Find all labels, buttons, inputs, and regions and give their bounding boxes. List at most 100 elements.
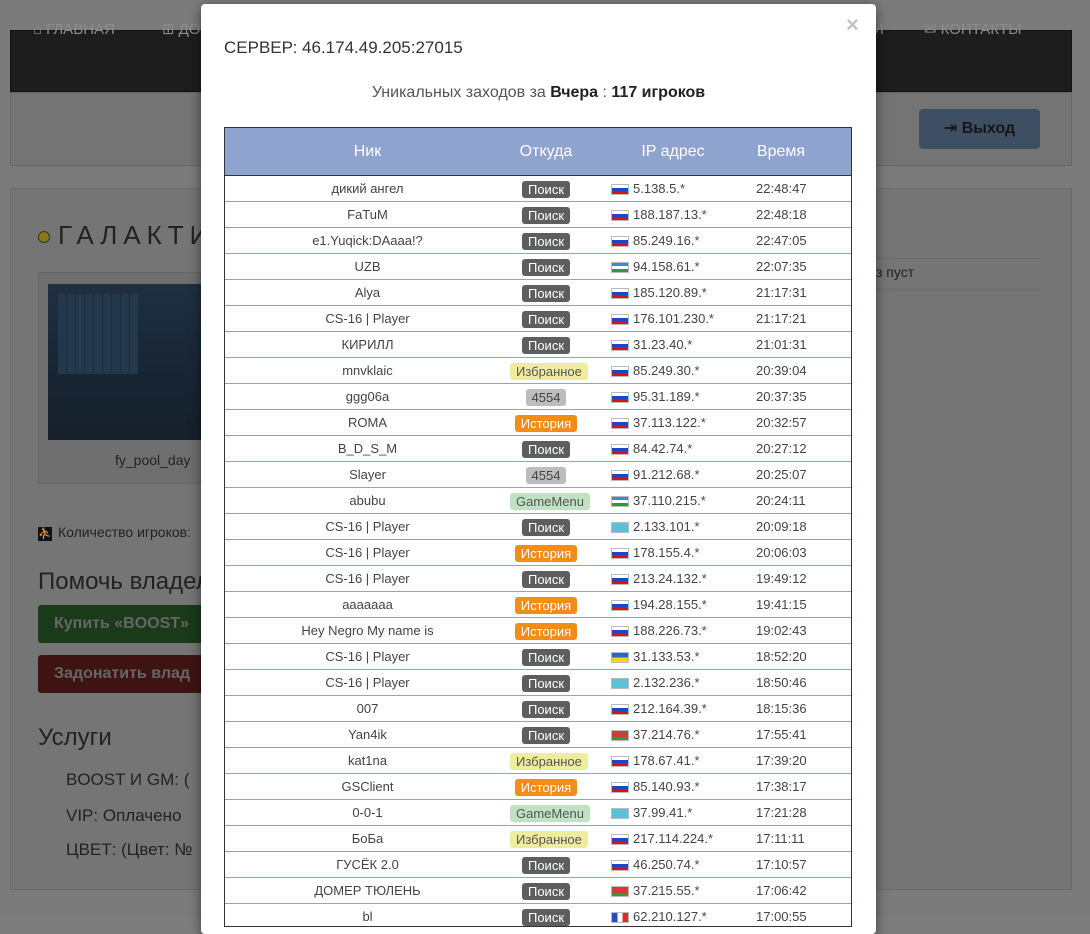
kazakhstan-flag-icon [611,522,629,534]
source-badge: Поиск [521,909,571,926]
ip-cell: 37.110.215.* [611,488,751,513]
ip-cell: 178.67.41.* [611,748,751,773]
russia-flag-icon [611,574,629,586]
table-row: ggg06a 4554 95.31.189.* 20:37:35 [225,384,851,410]
source-badge: 4554 [525,389,567,407]
table-row: FaTuM Поиск 188.187.13.* 22:48:18 [225,202,851,228]
envelope-icon: ✉ [924,21,937,38]
ip-cell: 37.99.41.* [611,800,751,825]
source-badge: Поиск [521,181,571,199]
source-cell: Избранное [510,826,588,851]
table-row: GSClient История 85.140.93.* 17:38:17 [225,774,851,800]
player-nick: UZB [354,259,381,274]
russia-flag-icon [611,444,629,456]
ip-cell: 84.42.74.* [611,436,751,461]
divider [876,289,1040,290]
table-row: 007 Поиск 212.164.39.* 18:15:36 [225,696,851,722]
source-cell: История [510,774,582,799]
source-badge: Поиск [521,285,571,303]
visit-time: 17:21:28 [756,805,807,820]
source-cell: 4554 [510,462,582,487]
visit-time: 17:39:20 [756,753,807,768]
ip-address: 213.24.132.* [633,571,707,586]
visit-time: 17:10:57 [756,857,807,872]
visit-time: 20:39:04 [756,363,807,378]
donate-button[interactable]: Задонатить влад [38,655,208,693]
source-cell: Поиск [510,306,582,331]
uzbekistan-flag-icon [611,496,629,508]
visit-time: 20:27:12 [756,441,807,456]
source-cell: 4554 [510,384,582,409]
ip-address: 31.133.53.* [633,649,700,664]
visit-time: 21:17:21 [756,311,807,326]
nav-add[interactable]: ⊞ ДО [162,0,200,60]
source-badge: GameMenu [510,805,590,823]
russia-flag-icon [611,704,629,716]
visit-time: 20:37:35 [756,389,807,404]
visits-table: Ник Откуда IP адрес Время дикий ангел Пои… [224,127,852,927]
ip-cell: 178.155.4.* [611,540,751,565]
russia-flag-icon [611,288,629,300]
visit-time: 22:47:05 [756,233,807,248]
visit-time: 21:17:31 [756,285,807,300]
source-badge: Поиск [521,571,571,589]
source-badge: GameMenu [510,493,590,511]
ip-address: 176.101.230.* [633,311,714,326]
source-cell: Поиск [510,566,582,591]
ip-address: 62.210.127.* [633,909,707,924]
player-nick: CS-16 | Player [325,545,410,560]
buy-boost-button[interactable]: Купить «BOOST» [38,605,208,643]
source-badge: Избранное [510,831,588,849]
ip-address: 84.42.74.* [633,441,693,456]
logout-button[interactable]: ⇥ Выход [919,109,1040,149]
table-row: БоБа Избранное 217.114.224.* 17:11:11 [225,826,851,852]
visit-time: 18:50:46 [756,675,807,690]
visit-time: 22:48:47 [756,181,807,196]
russia-flag-icon [611,418,629,430]
ip-cell: 176.101.230.* [611,306,751,331]
source-badge: Поиск [521,883,571,901]
player-nick: FaTuM [347,207,388,222]
source-badge: Избранное [510,753,588,771]
player-nick: Hey Negro My name is [301,623,434,638]
source-badge: Поиск [521,649,571,667]
source-cell: Поиск [510,202,582,227]
source-cell: Поиск [510,514,582,539]
ip-cell: 188.187.13.* [611,202,751,227]
source-cell: Поиск [510,670,582,695]
player-nick: КИРИЛЛ [341,337,394,352]
ip-cell: 85.140.93.* [611,774,751,799]
nav-home[interactable]: ⌂ ГЛАВНАЯ [33,0,115,60]
russia-flag-icon [611,366,629,378]
source-cell: GameMenu [510,488,590,513]
belarus-flag-icon [611,730,629,742]
server-name-heading: ГАЛАКТИ [38,220,214,251]
table-body: дикий ангел Поиск 5.138.5.* 22:48:47 FaTuM По… [225,176,851,926]
ip-address: 194.28.155.* [633,597,707,612]
plus-square-icon: ⊞ [162,21,175,38]
ip-address: 178.155.4.* [633,545,700,560]
visit-time: 17:11:11 [756,831,805,846]
source-badge: Поиск [521,727,571,745]
service-color: ЦВЕТ: (Цвет: № [66,840,193,859]
visit-time: 21:01:31 [756,337,807,352]
ip-cell: 91.212.68.* [611,462,751,487]
ip-cell: 46.250.74.* [611,852,751,877]
table-row: mnvklaic Избранное 85.249.30.* 20:39:04 [225,358,851,384]
source-badge: 4554 [525,467,567,485]
nav-contacts[interactable]: ✉ КОНТАКТЫ [924,0,1022,60]
ip-cell: 37.214.76.* [611,722,751,747]
ip-address: 85.140.93.* [633,779,700,794]
ip-cell: 2.133.101.* [611,514,751,539]
table-row: B_D_S_M Поиск 84.42.74.* 20:27:12 [225,436,851,462]
close-icon[interactable]: × [846,14,859,36]
player-nick: CS-16 | Player [325,311,410,326]
ip-cell: 194.28.155.* [611,592,751,617]
ip-cell: 2.132.236.* [611,670,751,695]
source-cell: Поиск [510,254,582,279]
table-row: ROMA История 37.113.122.* 20:32:57 [225,410,851,436]
player-nick: ROMA [348,415,387,430]
ip-cell: 213.24.132.* [611,566,751,591]
ip-address: 5.138.5.* [633,181,686,196]
ip-address: 31.23.40.* [633,337,693,352]
